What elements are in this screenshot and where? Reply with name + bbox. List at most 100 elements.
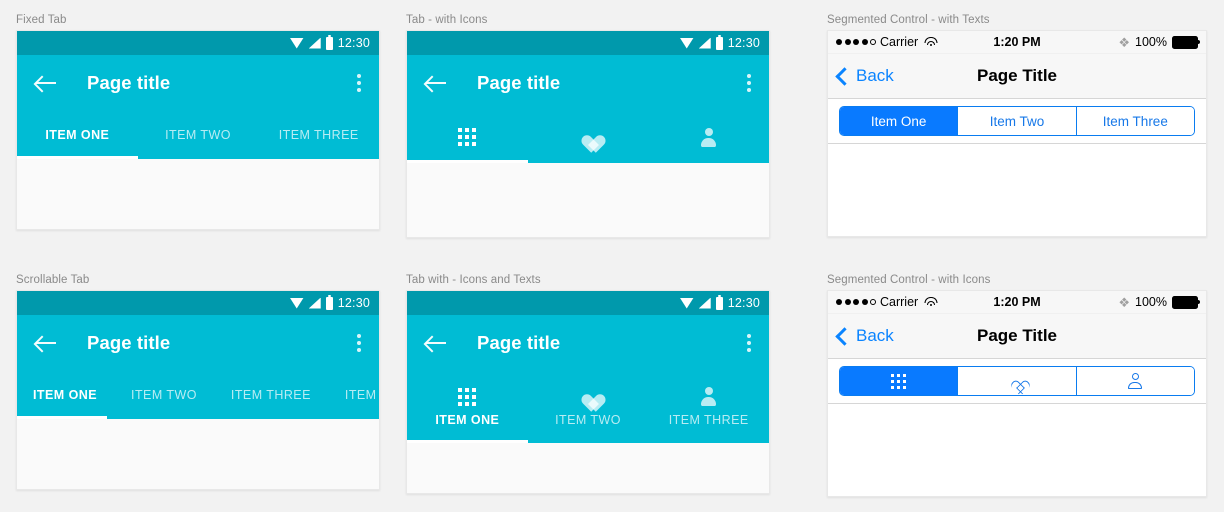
back-button[interactable]: Back (835, 326, 894, 346)
tab-item-three[interactable]: ITEM THREE (648, 371, 769, 443)
back-arrow-icon[interactable] (33, 330, 59, 356)
segment-item-grid[interactable] (840, 367, 958, 395)
back-arrow-icon[interactable] (423, 70, 449, 96)
battery-icon (715, 34, 723, 50)
tab-bar: ITEM ONE ITEM TWO ITEM THREE (17, 111, 379, 159)
android-phone-card: 12:30 Page title ITEM ONE ITEM TWO ITEM … (16, 290, 380, 490)
wifi-icon (679, 297, 694, 309)
tab-label: ITEM TWO (131, 388, 197, 402)
page-title: Page title (87, 332, 171, 353)
back-button-label: Back (856, 66, 894, 85)
android-status-bar: 12:30 (407, 291, 769, 315)
tab-item-three[interactable]: ITEM THREE (231, 371, 328, 419)
section-label: Fixed Tab (16, 14, 67, 26)
chevron-left-icon (835, 66, 854, 86)
section-scrollable-tab: Scrollable Tab 12:30 Page title ITEM ONE… (16, 274, 380, 490)
ios-phone-card: Carrier 1:20 PM ❖ 100% Back Page Title (827, 290, 1207, 497)
android-phone-card: 12:30 Page title (406, 30, 770, 238)
signal-dots-icon (836, 299, 876, 305)
carrier-label: Carrier (880, 295, 919, 309)
wifi-icon (924, 37, 938, 47)
page-title: Page title (477, 72, 561, 93)
segment-label: Item One (870, 113, 927, 129)
ios-status-bar: Carrier 1:20 PM ❖ 100% (828, 31, 1206, 54)
signal-dots-icon (836, 39, 876, 45)
segmented-control-wrapper: Item One Item Two Item Three (828, 99, 1206, 144)
content-area (17, 159, 379, 229)
tab-label: ITEM TWO (555, 413, 621, 427)
wifi-icon (289, 37, 304, 49)
tab-active-indicator (17, 416, 107, 419)
section-label: Segmented Control - with Icons (827, 274, 991, 286)
page-title: Page title (477, 332, 561, 353)
back-button[interactable]: Back (835, 66, 894, 86)
section-segmented-control-icons: Segmented Control - with Icons Carrier 1… (827, 274, 1207, 497)
android-status-bar: 12:30 (17, 31, 379, 55)
segmented-control: Item One Item Two Item Three (839, 106, 1195, 136)
person-icon (699, 127, 718, 147)
status-right-group: ❖ 100% (1118, 294, 1200, 310)
android-app-bar: Page title (17, 55, 379, 111)
tab-label: ITEM ONE (33, 388, 98, 402)
tab-item-heart[interactable] (528, 111, 649, 163)
back-arrow-icon[interactable] (423, 330, 449, 356)
tab-active-indicator (17, 156, 138, 159)
carrier-label: Carrier (880, 35, 919, 49)
page-title: Page Title (977, 66, 1057, 85)
tab-item-four[interactable]: ITEM FOUR (344, 371, 379, 419)
status-clock: 1:20 PM (993, 35, 1041, 49)
segment-label: Item Two (989, 113, 1045, 129)
segment-item-two[interactable]: Item Two (957, 107, 1076, 135)
tab-active-indicator (407, 440, 528, 443)
grid-icon (458, 387, 477, 406)
battery-percent-label: 100% (1135, 295, 1167, 309)
bluetooth-icon: ❖ (1118, 294, 1131, 310)
tab-item-two[interactable]: ITEM TWO (138, 111, 259, 159)
segment-item-person[interactable] (1075, 367, 1194, 395)
section-segmented-control-texts: Segmented Control - with Texts Carrier 1… (827, 14, 1207, 237)
status-clock: 12:30 (727, 296, 760, 310)
content-area (407, 163, 769, 237)
android-app-bar: Page title (17, 315, 379, 371)
signal-icon (308, 37, 321, 49)
mobile-ui-pattern-sheet: Fixed Tab 12:30 Page title ITEM ONE ITEM… (0, 0, 1224, 512)
ios-status-bar: Carrier 1:20 PM ❖ 100% (828, 291, 1206, 314)
android-app-bar: Page title (407, 55, 769, 111)
more-vert-icon[interactable] (357, 74, 361, 92)
more-vert-icon[interactable] (747, 74, 751, 92)
heart-outline-icon (1008, 374, 1025, 389)
more-vert-icon[interactable] (357, 334, 361, 352)
content-area (17, 419, 379, 489)
content-area (407, 443, 769, 493)
tab-item-two[interactable]: ITEM TWO (131, 371, 214, 419)
segment-item-heart[interactable] (957, 367, 1076, 395)
tab-item-person[interactable] (648, 111, 769, 163)
tab-bar-scrollable[interactable]: ITEM ONE ITEM TWO ITEM THREE ITEM FOUR (17, 371, 379, 419)
tab-item-two[interactable]: ITEM TWO (528, 371, 649, 443)
tab-item-grid[interactable] (407, 111, 528, 163)
ios-nav-bar: Back Page Title (828, 314, 1206, 359)
status-clock: 12:30 (337, 36, 370, 50)
section-tab-icons-and-texts: Tab with - Icons and Texts 12:30 Page ti… (406, 274, 770, 494)
status-clock: 12:30 (727, 36, 760, 50)
grid-icon (458, 128, 477, 146)
tab-item-three[interactable]: ITEM THREE (258, 111, 379, 159)
page-title: Page Title (977, 326, 1057, 345)
segment-item-three[interactable]: Item Three (1075, 107, 1194, 135)
tab-item-one[interactable]: ITEM ONE (407, 371, 528, 443)
back-arrow-icon[interactable] (33, 70, 59, 96)
tab-label: ITEM TWO (165, 128, 231, 142)
tab-item-one[interactable]: ITEM ONE (17, 111, 138, 159)
signal-icon (698, 37, 711, 49)
segmented-control-wrapper (828, 359, 1206, 404)
section-label: Tab with - Icons and Texts (406, 274, 541, 286)
more-vert-icon[interactable] (747, 334, 751, 352)
segment-item-one[interactable]: Item One (840, 107, 958, 135)
section-label: Segmented Control - with Texts (827, 14, 990, 26)
tab-item-one[interactable]: ITEM ONE (33, 371, 114, 419)
tab-label: ITEM FOUR (344, 388, 379, 402)
tab-label: ITEM THREE (668, 413, 749, 427)
android-status-bar: 12:30 (407, 31, 769, 55)
tab-label: ITEM ONE (435, 412, 500, 427)
android-phone-card: 12:30 Page title ITEM ONE ITEM TWO ITEM … (406, 290, 770, 494)
